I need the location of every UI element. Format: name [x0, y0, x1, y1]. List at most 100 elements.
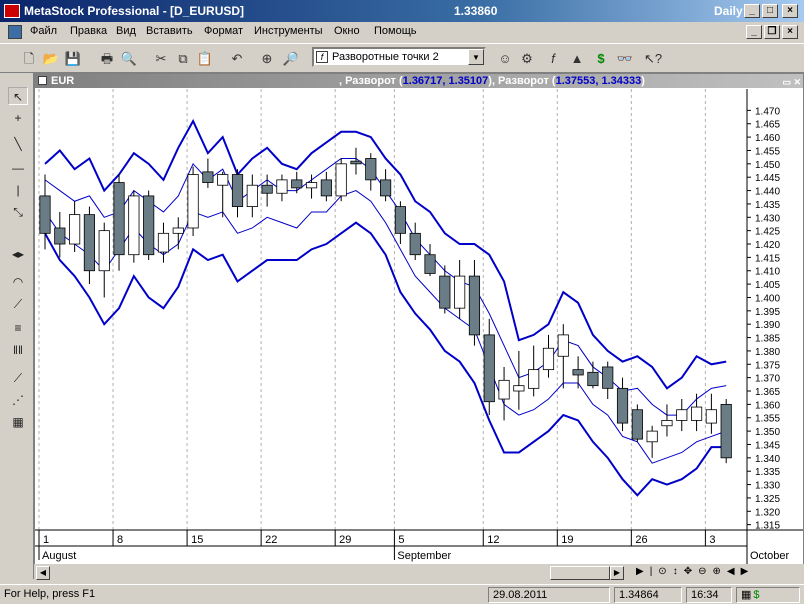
text-tool-icon[interactable]: ⤡	[8, 203, 28, 221]
pointer-icon[interactable]: ↖	[8, 87, 28, 105]
candle-body	[54, 227, 66, 245]
chart-header: EUR , Разворот (1.36717, 1.35107), Разво…	[35, 74, 803, 88]
y-tick-label: 1.420	[755, 240, 780, 251]
candle-body	[320, 179, 332, 197]
zoom-in-icon[interactable]: ⊕	[712, 566, 726, 577]
menu-tools[interactable]: Инструменты	[254, 25, 323, 37]
crosshair-tool-icon[interactable]: +	[8, 109, 28, 127]
binoculars-icon[interactable]: 👓	[616, 50, 634, 68]
nav-controls[interactable]: ▶|⊙↕✥⊖⊕◀▶	[636, 566, 754, 577]
inner-window-icon[interactable]	[38, 76, 47, 85]
help-cursor-icon[interactable]: ↖?	[644, 50, 662, 68]
arc-icon[interactable]: ◠	[8, 273, 28, 291]
minimize-button[interactable]: _	[744, 4, 760, 18]
y-tick-label: 1.445	[755, 173, 780, 184]
candle-body	[202, 171, 214, 183]
grid-icon[interactable]: ▦	[8, 413, 28, 431]
vertical-line-icon[interactable]: |	[8, 181, 28, 199]
copy-icon[interactable]: ⧉	[174, 50, 192, 68]
close-button[interactable]: ×	[782, 4, 798, 18]
candle-body	[305, 182, 318, 189]
retracement-icon[interactable]: ≡	[8, 319, 28, 337]
y-tick-label: 1.370	[755, 374, 780, 385]
y-tick-label: 1.440	[755, 187, 780, 198]
chart-window[interactable]: EUR , Разворот (1.36717, 1.35107), Разво…	[34, 73, 804, 579]
menu-help[interactable]: Помощь	[374, 25, 417, 37]
cut-icon[interactable]: ✂	[152, 50, 170, 68]
candle-body	[483, 334, 495, 403]
y-tick-label: 1.365	[755, 387, 780, 398]
open-icon[interactable]: 📂	[42, 50, 60, 68]
y-tick-label: 1.415	[755, 253, 780, 264]
first-bar-icon[interactable]: ⊙	[658, 566, 672, 577]
pane-maximize-icon[interactable]: ▭	[782, 75, 791, 89]
expert-icon[interactable]: ☺	[496, 50, 514, 68]
save-icon[interactable]: 💾	[64, 50, 82, 68]
candle-body	[380, 179, 392, 197]
y-tick-label: 1.340	[755, 454, 780, 465]
move-icon[interactable]: ◂▸	[8, 245, 28, 263]
candle-body	[720, 403, 732, 459]
maximize-button[interactable]: □	[762, 4, 778, 18]
scroll-thumb[interactable]	[550, 566, 610, 580]
child-restore-button[interactable]: ❐	[764, 25, 780, 39]
symbol-label: EUR	[51, 75, 75, 87]
legend-values-1: 1.36717, 1.35107	[402, 75, 489, 87]
menu-file[interactable]: Файл	[30, 25, 57, 37]
fan-icon[interactable]: ⟋	[8, 295, 28, 313]
trendline-icon[interactable]: ╲	[8, 135, 28, 153]
menu-format[interactable]: Формат	[204, 25, 243, 37]
candle-body	[246, 184, 258, 208]
undo-icon[interactable]: ↶	[228, 50, 246, 68]
candle-body	[572, 369, 584, 376]
raff-channel-icon[interactable]: ⟋	[8, 369, 28, 387]
scroll-left-icon[interactable]: ◀	[36, 566, 50, 580]
page-end-icon[interactable]: ▶|	[636, 566, 658, 577]
candle-body	[705, 409, 717, 424]
new-icon[interactable]: 🗋	[20, 50, 38, 68]
explorer-icon[interactable]: ⚙	[518, 50, 536, 68]
crosshair-icon[interactable]: ⊕	[258, 50, 276, 68]
prev-icon[interactable]: ◀	[727, 566, 741, 577]
y-tick-label: 1.355	[755, 414, 780, 425]
price-chart[interactable]: 1 8 15 22 29 5 12 19 26 3 August September October 1.…	[35, 89, 803, 565]
horizontal-scrollbar[interactable]: ◀ ▶ ▶|⊙↕✥⊖⊕◀▶	[34, 564, 804, 582]
candle-body	[542, 347, 555, 371]
print-icon[interactable]: 🖶	[98, 50, 116, 68]
system-tester-icon[interactable]: ▲	[568, 50, 586, 68]
candle-body	[646, 430, 658, 443]
child-minimize-button[interactable]: _	[746, 25, 762, 39]
chevron-down-icon[interactable]: ▼	[468, 49, 484, 65]
menu-edit[interactable]: Правка	[70, 25, 107, 37]
next-icon[interactable]: ▶	[741, 566, 755, 577]
dollar-icon[interactable]: $	[592, 50, 610, 68]
print-preview-icon[interactable]: 🔍	[120, 50, 138, 68]
month-label: September	[397, 550, 451, 562]
status-dollar-icon: $	[753, 589, 762, 601]
scroll-right-icon[interactable]: ▶	[610, 566, 624, 580]
menu-view[interactable]: Вид	[116, 25, 136, 37]
menu-insert[interactable]: Вставить	[146, 25, 193, 37]
pane-close-icon[interactable]: ✕	[793, 75, 801, 89]
horizontal-line-icon[interactable]: —	[8, 159, 28, 177]
pan-icon[interactable]: ✥	[684, 566, 698, 577]
template-combo[interactable]: f Разворотные точки 2 ▼	[312, 47, 486, 67]
app-icon[interactable]	[4, 4, 20, 18]
child-close-button[interactable]: ×	[782, 25, 798, 39]
zoom-icon[interactable]: 🔎	[282, 50, 300, 68]
candle-body	[69, 214, 81, 245]
cycle-lines-icon[interactable]: ‖‖	[8, 341, 28, 359]
gann-fan-icon[interactable]: ⋰	[8, 391, 28, 409]
candle-body	[513, 385, 525, 392]
menu-window[interactable]: Окно	[334, 25, 360, 37]
indicator-builder-icon[interactable]: f	[544, 50, 562, 68]
paste-icon[interactable]: 📋	[196, 50, 214, 68]
fit-icon[interactable]: ↕	[673, 566, 684, 577]
y-tick-label: 1.345	[755, 440, 780, 451]
zoom-out-icon[interactable]: ⊖	[698, 566, 712, 577]
doc-icon[interactable]	[8, 25, 22, 39]
y-tick-label: 1.320	[755, 507, 780, 518]
status-value: 1.34864	[614, 587, 682, 603]
lower-outer-band	[44, 221, 727, 497]
x-tick-label: 29	[339, 534, 351, 546]
